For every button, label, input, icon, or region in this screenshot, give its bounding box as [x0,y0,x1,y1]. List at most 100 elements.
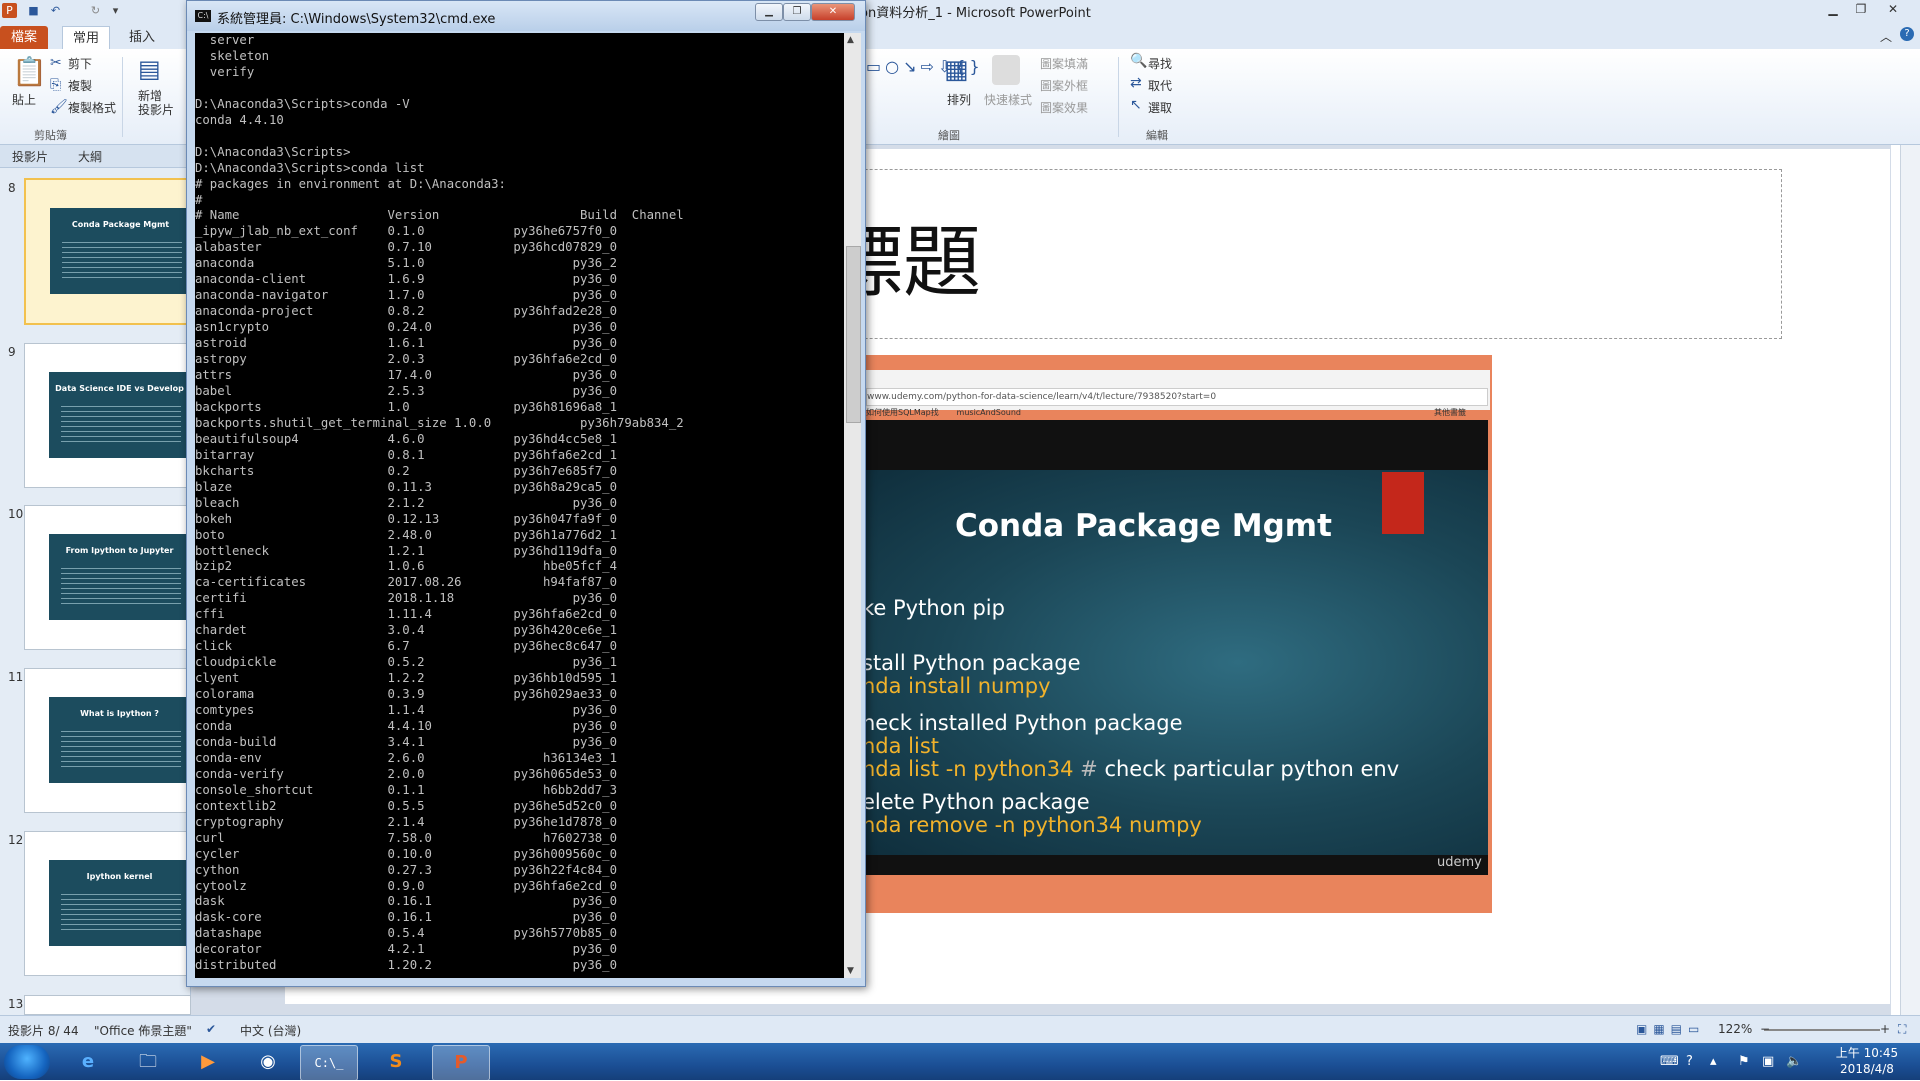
ribbon-separator [1118,57,1119,137]
embedded-slide-line: nda list -n python34 # check particular … [862,757,1399,781]
thumbnail-text-lines [61,890,181,930]
embedded-slide-line: elete Python package [862,790,1090,814]
internet-explorer-icon[interactable]: e [60,1045,116,1079]
network-icon[interactable]: ▣ [1762,1054,1774,1069]
flag-icon[interactable]: ⚑ [1738,1054,1750,1069]
powerpoint-app-icon[interactable]: P [2,3,17,18]
keyboard-icon[interactable]: ⌨ [1660,1054,1679,1069]
cut-icon: ✂ [50,55,62,71]
tab-slides[interactable]: 投影片 [12,148,48,165]
spellcheck-icon[interactable]: ✔ [206,1022,216,1036]
cmd-scrollbar[interactable]: ▲ ▼ [844,33,861,978]
arrange-icon: ▦ [944,55,969,85]
tab-insert[interactable]: 插入 [122,26,162,49]
cmd-console-output[interactable]: server skeleton verify D:\Anaconda3\Scri… [195,33,844,978]
thumbnail-preview: Data Science IDE vs Develop [49,372,190,458]
cmd-taskbar-icon[interactable]: C:\_ [300,1045,358,1081]
minimize-button[interactable]: ▁ [1820,0,1846,18]
slide-thumbnail[interactable]: From Ipython to Jupyter [24,505,191,650]
maximize-button[interactable]: ❐ [1848,0,1874,18]
embedded-slide-code: nda remove -n python34 numpy [862,813,1202,837]
paste-icon: 📋 [12,55,47,88]
volume-icon[interactable]: 🔈 [1786,1054,1802,1069]
show-hidden-icons[interactable]: ▴ [1710,1054,1717,1069]
shape-outline-button[interactable]: 圖案外框 [1040,77,1088,94]
paste-button[interactable]: 貼上 [12,91,36,108]
embedded-slide-line: stall Python package [862,651,1081,675]
thumbnail-text-lines [62,238,182,278]
theme-name[interactable]: "Office 佈景主題" [94,1022,192,1039]
slide-thumbnail[interactable]: Conda Package Mgmt [24,178,193,325]
cmd-minimize-button[interactable]: ▁ [755,3,783,21]
arrange-button[interactable]: 排列 [947,91,971,108]
zoom-slider[interactable] [1764,1029,1880,1031]
tab-outline[interactable]: 大綱 [78,148,102,165]
redo-icon[interactable]: ↻ [88,3,103,18]
select-icon: ↖ [1130,97,1142,113]
clipboard-group-label: 剪貼簿 [34,129,67,142]
thumbnail-text-lines [61,727,181,767]
vertical-scrollbar[interactable] [1900,145,1920,1015]
slide-thumbnail[interactable]: Data Science IDE vs Develop [24,343,191,488]
qat-customize-icon[interactable]: ▾ [108,3,123,18]
ribbon-collapse-icon[interactable]: ︿ [1880,28,1892,45]
new-slide-button[interactable]: 新增 投影片 [138,89,174,117]
cmd-close-button[interactable]: ✕ [811,3,855,21]
view-buttons[interactable]: ▣▦▤▭ [1636,1022,1705,1036]
shape-effects-button[interactable]: 圖案效果 [1040,99,1088,116]
zoom-out-icon[interactable]: − [1760,1022,1770,1036]
powerpoint-taskbar-icon[interactable]: P [432,1045,490,1081]
slide-thumbnail[interactable] [24,995,191,1015]
slide-thumbnail[interactable]: Ipython kernel [24,831,191,976]
embedded-slide-comment-mark: # [1080,757,1098,781]
embedded-bookmark: musicAndSound [956,408,1021,417]
undo-icon[interactable]: ↶ [48,3,63,18]
media-player-icon[interactable]: ▶ [180,1045,236,1079]
cmd-app-icon[interactable]: C:\ [195,10,211,22]
thumbnail-title: Conda Package Mgmt [71,220,170,229]
slide-thumbnail[interactable]: What is Ipython ? [24,668,191,813]
clock-date: 2018/4/8 [1840,1062,1894,1076]
system-clock[interactable]: 上午 10:45 2018/4/8 [1822,1045,1912,1077]
format-painter-button[interactable]: 複製格式 [68,99,116,116]
replace-button[interactable]: 取代 [1148,77,1172,94]
help-tray-icon[interactable]: ? [1686,1054,1693,1069]
console-text: server skeleton verify D:\Anaconda3\Scri… [195,33,684,973]
thumbnail-number: 13 [8,997,24,1011]
cmd-maximize-button[interactable]: ❐ [783,3,811,21]
window-title: on資料分析_1 - Microsoft PowerPoint [860,6,1091,21]
quick-styles-button[interactable]: 快速樣式 [984,91,1032,108]
fit-to-window-icon[interactable]: ⛶ [1898,1022,1906,1037]
select-button[interactable]: 選取 [1148,99,1172,116]
cut-button[interactable]: 剪下 [68,55,92,72]
thumbnail-preview: What is Ipython ? [49,697,190,783]
embedded-brand-logo: udemy [1437,855,1482,870]
shape-fill-button[interactable]: 圖案填滿 [1040,55,1088,72]
tab-file[interactable]: 檔案 [0,26,48,49]
sublime-text-icon[interactable]: S [368,1045,424,1079]
scroll-down-icon[interactable]: ▼ [847,966,854,976]
language-indicator[interactable]: 中文 (台灣) [240,1022,301,1039]
file-explorer-icon[interactable]: 🗀 [120,1045,176,1079]
copy-icon: ⎘ [50,77,62,93]
thumbnail-number: 12 [8,833,24,847]
embedded-slide-comment: check particular python env [1104,757,1400,781]
quick-styles-icon [992,55,1020,85]
cmd-scroll-thumb[interactable] [846,246,861,423]
tab-home[interactable]: 常用 [62,26,110,50]
scroll-up-icon[interactable]: ▲ [847,35,854,45]
chrome-icon[interactable]: ◉ [240,1045,296,1079]
zoom-level[interactable]: 122% [1718,1022,1752,1036]
start-button[interactable] [4,1045,50,1079]
zoom-in-icon[interactable]: + [1880,1022,1890,1036]
embedded-slide-code: nda install numpy [862,674,1051,698]
save-icon[interactable]: ■ [26,3,41,18]
embedded-slide-code: nda list [862,734,940,758]
find-button[interactable]: 尋找 [1148,55,1172,72]
ribbon-separator [122,57,123,137]
close-button[interactable]: ✕ [1880,0,1906,18]
thumbnail-preview: Ipython kernel [49,860,190,946]
thumbnail-preview: From Ipython to Jupyter [49,534,190,620]
copy-button[interactable]: 複製 [68,77,92,94]
help-icon[interactable]: ? [1900,27,1914,41]
